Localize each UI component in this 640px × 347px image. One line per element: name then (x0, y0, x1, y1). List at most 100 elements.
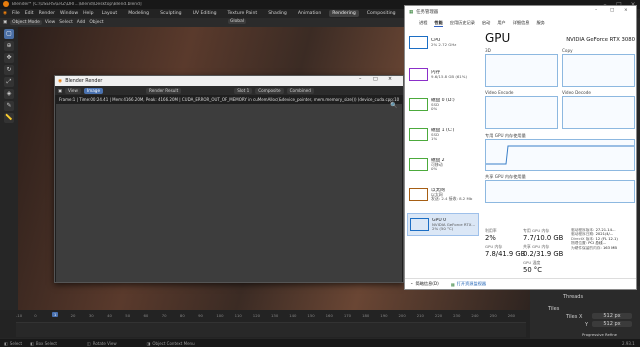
timeline-ruler: -100102030405060708090100110120130140150… (16, 311, 526, 319)
sparkline-graph (410, 218, 429, 231)
render-window-titlebar[interactable]: ◉ Blender Render – □ × (55, 76, 403, 86)
mouse-left-icon: ◧ (4, 340, 8, 346)
tab-performance[interactable]: 性能 (434, 20, 443, 27)
tm-maximize-button[interactable]: □ (610, 8, 614, 13)
timeline-tick-label: 0 (34, 313, 37, 318)
engine-label-3d: 3D (485, 48, 491, 53)
graph-video-encode (485, 96, 558, 129)
sparkline-graph (409, 98, 428, 111)
timeline-tick-label: -10 (16, 313, 23, 318)
mode-selector[interactable]: Object Mode (10, 20, 42, 25)
menu-edit[interactable]: Edit (25, 11, 34, 16)
menu-help[interactable]: Help (83, 11, 93, 16)
pass-selector[interactable]: Combined (286, 87, 314, 94)
tm-minimize-button[interactable]: – (595, 8, 597, 13)
tile-y-field[interactable]: 512 px (592, 321, 632, 327)
measure-icon[interactable]: 📏 (4, 113, 14, 123)
mouse-middle-icon: ◫ (86, 340, 91, 346)
tab-rendering[interactable]: Rendering (329, 10, 359, 17)
perf-sidebar-item[interactable]: 磁盘 0 (D:) SSD 0% (407, 93, 479, 116)
annotate-icon[interactable]: ✎ (4, 101, 14, 111)
cursor-icon[interactable]: ⊕ (4, 41, 14, 51)
render-close-button[interactable]: × (388, 77, 392, 82)
tab-modeling[interactable]: Modeling (125, 10, 152, 17)
graph-dedicated-memory (485, 139, 635, 171)
image-selector[interactable]: Render Result (146, 87, 182, 94)
render-window[interactable]: ◉ Blender Render – □ × ▣ View Image Rend… (54, 75, 404, 283)
menu-image[interactable]: Image (83, 87, 104, 94)
progressive-refine-checkbox[interactable]: Progressive Refine (582, 332, 617, 337)
render-info-text: Frame:1 | Time:00:24.41 | Mem:4166.20M, … (59, 97, 399, 102)
perf-sidebar-item[interactable]: 内存 9.6/15.8 GB (61%) (407, 63, 479, 86)
tab-uv-editing[interactable]: UV Editing (190, 10, 220, 17)
tiles-label: Tiles (548, 306, 560, 312)
zoom-icon[interactable]: 🔍 (390, 102, 397, 109)
menu-render[interactable]: Render (39, 11, 55, 16)
render-minimize-button[interactable]: – (359, 77, 361, 82)
graph-3d (485, 54, 558, 87)
menu-window[interactable]: Window (60, 11, 78, 16)
tab-services[interactable]: 服务 (536, 20, 544, 27)
menu-view[interactable]: View (45, 20, 55, 25)
tab-users[interactable]: 用户 (497, 20, 505, 27)
perf-sidebar-item[interactable]: 以太网 以太网 发送: 2.4 接收: 8.2 Mb (407, 183, 479, 206)
render-canvas[interactable] (56, 104, 402, 282)
menu-add[interactable]: Add (77, 20, 86, 25)
rotate-icon[interactable]: ↻ (4, 65, 14, 75)
menu-select[interactable]: Select (59, 20, 73, 25)
perf-item-sub: SSD 1% (431, 131, 439, 141)
open-resource-monitor-link[interactable]: 打开资源监视器 (457, 281, 486, 287)
tab-sculpting[interactable]: Sculpting (157, 10, 184, 17)
stat-utilization: 利用率 2% (485, 228, 497, 242)
move-icon[interactable]: ✥ (4, 53, 14, 63)
render-maximize-button[interactable]: □ (373, 77, 378, 82)
transform-orientation[interactable]: Global (228, 19, 247, 24)
menu-file[interactable]: File (12, 11, 20, 16)
perf-item-text: 内存 9.6/15.8 GB (61%) (431, 70, 467, 79)
layer-selector[interactable]: Composite (255, 87, 284, 94)
tab-layout[interactable]: Layout (99, 10, 121, 17)
task-manager-window[interactable]: ▦ 任务管理器 – □ × 进程 性能 应用历史记录 启动 用户 详细信息 服务… (404, 5, 637, 290)
timeline-tick-label: 230 (453, 313, 461, 318)
transform-icon[interactable]: ◈ (4, 89, 14, 99)
gpu-model: NVIDIA GeForce RTX 3080 (566, 37, 635, 43)
status-hint: Box Select (35, 340, 57, 346)
fewer-details-link[interactable]: 简略信息(D) (416, 281, 439, 287)
perf-sidebar-item[interactable]: 磁盘 2 可移动 0% (407, 153, 479, 176)
status-hint: Rotate View (92, 340, 117, 346)
current-frame-marker[interactable]: 1 (52, 312, 59, 317)
menu-object[interactable]: Object (89, 20, 103, 25)
slot-selector[interactable]: Slot 1 (234, 87, 253, 94)
tab-shading[interactable]: Shading (265, 10, 290, 17)
scale-icon[interactable]: ⤢ (4, 77, 14, 87)
perf-item-sub: 2% 2.72 GHz (431, 41, 457, 47)
blender-menu-icon[interactable]: ◉ (3, 11, 7, 16)
perf-sidebar-item[interactable]: 磁盘 1 (C:) SSD 1% (407, 123, 479, 146)
engine-label-video-decode: Video Decode (562, 90, 591, 95)
tm-close-button[interactable]: × (624, 8, 628, 13)
tab-processes[interactable]: 进程 (419, 20, 427, 27)
image-editor-icon[interactable]: ▣ (58, 88, 62, 93)
perf-item-text: 磁盘 0 (D:) SSD 0% (431, 98, 455, 112)
tile-x-field[interactable]: 512 px (592, 313, 632, 319)
perf-item-sub: SSD 0% (431, 101, 439, 111)
timeline-tick-label: 170 (343, 313, 352, 318)
tab-texture-paint[interactable]: Texture Paint (225, 10, 261, 17)
perf-sidebar-item[interactable]: CPU 2% 2.72 GHz (407, 31, 479, 54)
tab-compositing[interactable]: Compositing (364, 10, 399, 17)
tab-startup[interactable]: 启动 (482, 20, 490, 27)
tab-details[interactable]: 详细信息 (513, 20, 530, 27)
tab-animation[interactable]: Animation (295, 10, 324, 17)
select-box-icon[interactable]: ▢ (4, 29, 14, 39)
gpu-details: 驱动程序版本: 27.21.14... 驱动程序日期: 2021/4/... D… (571, 228, 635, 250)
fewer-details-icon[interactable]: ⌃ (410, 282, 414, 287)
perf-sidebar-item[interactable]: GPU 0 NVIDIA GeForce RTX... 2% (50 °C) (407, 213, 479, 236)
blender-logo-icon (3, 1, 9, 7)
task-manager-titlebar[interactable]: ▦ 任务管理器 – □ × (405, 6, 636, 18)
menu-view[interactable]: View (64, 87, 81, 94)
editor-type-icon[interactable]: ▣ (3, 20, 7, 25)
status-hint: Object Context Menu (152, 340, 195, 346)
tab-app-history[interactable]: 应用历史记录 (450, 20, 475, 27)
sparkline-graph (409, 188, 428, 201)
timeline-tick-label: 140 (289, 313, 297, 318)
